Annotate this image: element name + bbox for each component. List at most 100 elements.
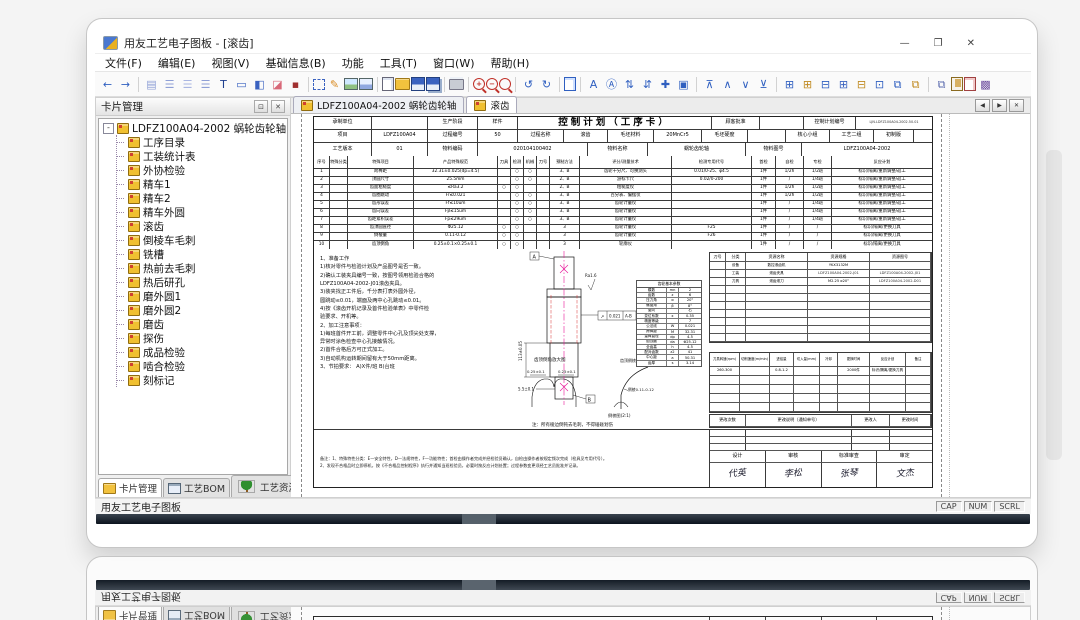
table-cell[interactable] [537,185,550,192]
table-cell[interactable]: / [776,209,804,216]
table-cell[interactable] [906,376,931,384]
table-cell[interactable]: 刀具 [726,278,746,285]
table-cell[interactable]: 3 [550,225,580,232]
table-cell[interactable]: ○ [511,177,524,184]
table-cell[interactable] [710,430,746,436]
table-cell[interactable]: 滚齿滚刀 [746,278,808,285]
align-right-icon[interactable]: ☰ [197,76,214,93]
table-cell[interactable] [808,318,870,325]
swap-up-icon[interactable]: ⇅ [621,76,638,93]
table-cell[interactable] [710,294,726,301]
table-cell[interactable]: 1件 [752,193,776,200]
export-icon[interactable] [964,77,976,91]
table-cell[interactable]: 1/2h [776,193,804,200]
table-cell[interactable] [906,385,931,393]
table-cell[interactable]: 滚齿夹具 [746,270,808,277]
table-cell[interactable] [770,376,794,384]
table-cell[interactable]: 毛坯材料 [608,130,654,142]
table-cell[interactable] [820,403,838,411]
table-cell[interactable] [746,334,808,341]
table-cell[interactable] [710,262,726,269]
table-cell[interactable]: 物料名称 [588,143,648,156]
select-region-icon[interactable] [313,79,325,90]
table-cell[interactable]: / [776,225,804,232]
table-cell[interactable]: 毛坯硬度 [702,130,748,142]
table-cell[interactable] [870,302,931,309]
table-cell[interactable] [537,225,550,232]
delete-col-icon[interactable]: ⊟ [853,76,870,93]
table-cell[interactable] [672,201,752,208]
back-icon[interactable]: ← [99,76,116,93]
tree-node[interactable]: 倒棱车毛刺 [117,233,287,247]
table-cell[interactable]: ○ [524,193,537,200]
tree-node[interactable]: 刻标记 [117,373,287,387]
table-cell[interactable]: 齿圈跳动 [348,193,414,200]
table-cell[interactable] [710,376,740,384]
sort-field-icon[interactable]: ▤ [143,76,160,93]
table-cell[interactable] [672,209,752,216]
tree-node[interactable]: 滚齿 [117,219,287,233]
table-cell[interactable]: 工艺版本 [314,143,372,156]
zoom-in-icon[interactable]: + [473,78,485,90]
table-cell[interactable] [770,385,794,393]
table-cell[interactable]: ≤Ra3.2 [414,185,498,192]
menu-item[interactable]: 基础信息(B) [266,55,326,71]
table-cell[interactable] [726,334,746,341]
table-cell[interactable]: 20MnCr5 [654,130,702,142]
table-cell[interactable] [870,376,906,384]
table-cell[interactable] [906,403,931,411]
table-cell[interactable]: LDFZ100A04 [372,130,428,142]
table-cell[interactable] [537,209,550,216]
table-cell[interactable]: 齿面粗糙度 [348,185,414,192]
document-tab-2[interactable]: 滚齿 [466,96,517,113]
redo-icon[interactable]: ↻ [538,76,555,93]
table-cell[interactable] [794,394,820,402]
edit-image-icon[interactable] [359,78,373,90]
text-tool-icon[interactable]: T [215,76,232,93]
table-cell[interactable] [808,286,870,293]
table-cell[interactable]: 齿轮计量仪 [580,201,672,208]
table-cell[interactable]: / [776,201,804,208]
table-cell[interactable] [746,318,808,325]
table-cell[interactable]: LJN.LDFZ100A04-2002.50.01 [856,117,932,129]
table-cell[interactable]: 齿距累积误差 [348,217,414,224]
menu-item[interactable]: 编辑(E) [158,55,196,71]
table-cell[interactable]: 过程编号 [428,130,478,142]
table-cell[interactable]: / [776,177,804,184]
table-cell[interactable] [794,367,820,375]
tree-node[interactable]: 工装统计表 [117,149,287,163]
table-cell[interactable]: 物料图号 [746,143,802,156]
save-icon[interactable] [411,77,425,91]
table-cell[interactable]: 齿形误差 [348,201,414,208]
table-cell[interactable] [524,233,537,240]
table-cell[interactable]: 6 [314,209,330,216]
table-cell[interactable]: ○ [498,225,511,232]
table-cell[interactable] [672,185,752,192]
table-cell[interactable] [746,286,808,293]
table-cell[interactable]: 标识/隔离/重新调整/返工 [832,201,932,208]
table-cell[interactable] [794,376,820,384]
table-cell[interactable]: 标识/隔离/更换刀具 [870,367,906,375]
save-all-icon[interactable] [426,77,440,91]
table-cell[interactable]: M2.25 α20° [808,278,870,285]
tree-node[interactable]: 磨外圆2 [117,303,287,317]
insert-col-icon[interactable]: ⊞ [835,76,852,93]
table-cell[interactable] [330,217,348,224]
table-cell[interactable] [808,302,870,309]
table-cell[interactable]: LDFZ100A04-2002-J01 [808,270,870,277]
table-cell[interactable] [746,444,852,450]
table-cell[interactable] [852,437,890,443]
table-cell[interactable] [820,376,838,384]
table-cell[interactable] [726,326,746,333]
tree-node[interactable]: 磨外圆1 [117,289,287,303]
tab-next-icon[interactable]: ▶ [992,99,1007,112]
insert-image-icon[interactable] [344,78,358,90]
menu-item[interactable]: 视图(V) [211,55,249,71]
merge-cell-icon[interactable]: ◧ [251,76,268,93]
table-cell[interactable]: 1 [314,169,330,176]
table-cell[interactable]: 8 [314,225,330,232]
table-cell[interactable] [330,185,348,192]
table-cell[interactable]: 3、B [550,169,580,176]
table-cell[interactable] [870,334,931,341]
tree-node[interactable]: 热前去毛刺 [117,261,287,275]
